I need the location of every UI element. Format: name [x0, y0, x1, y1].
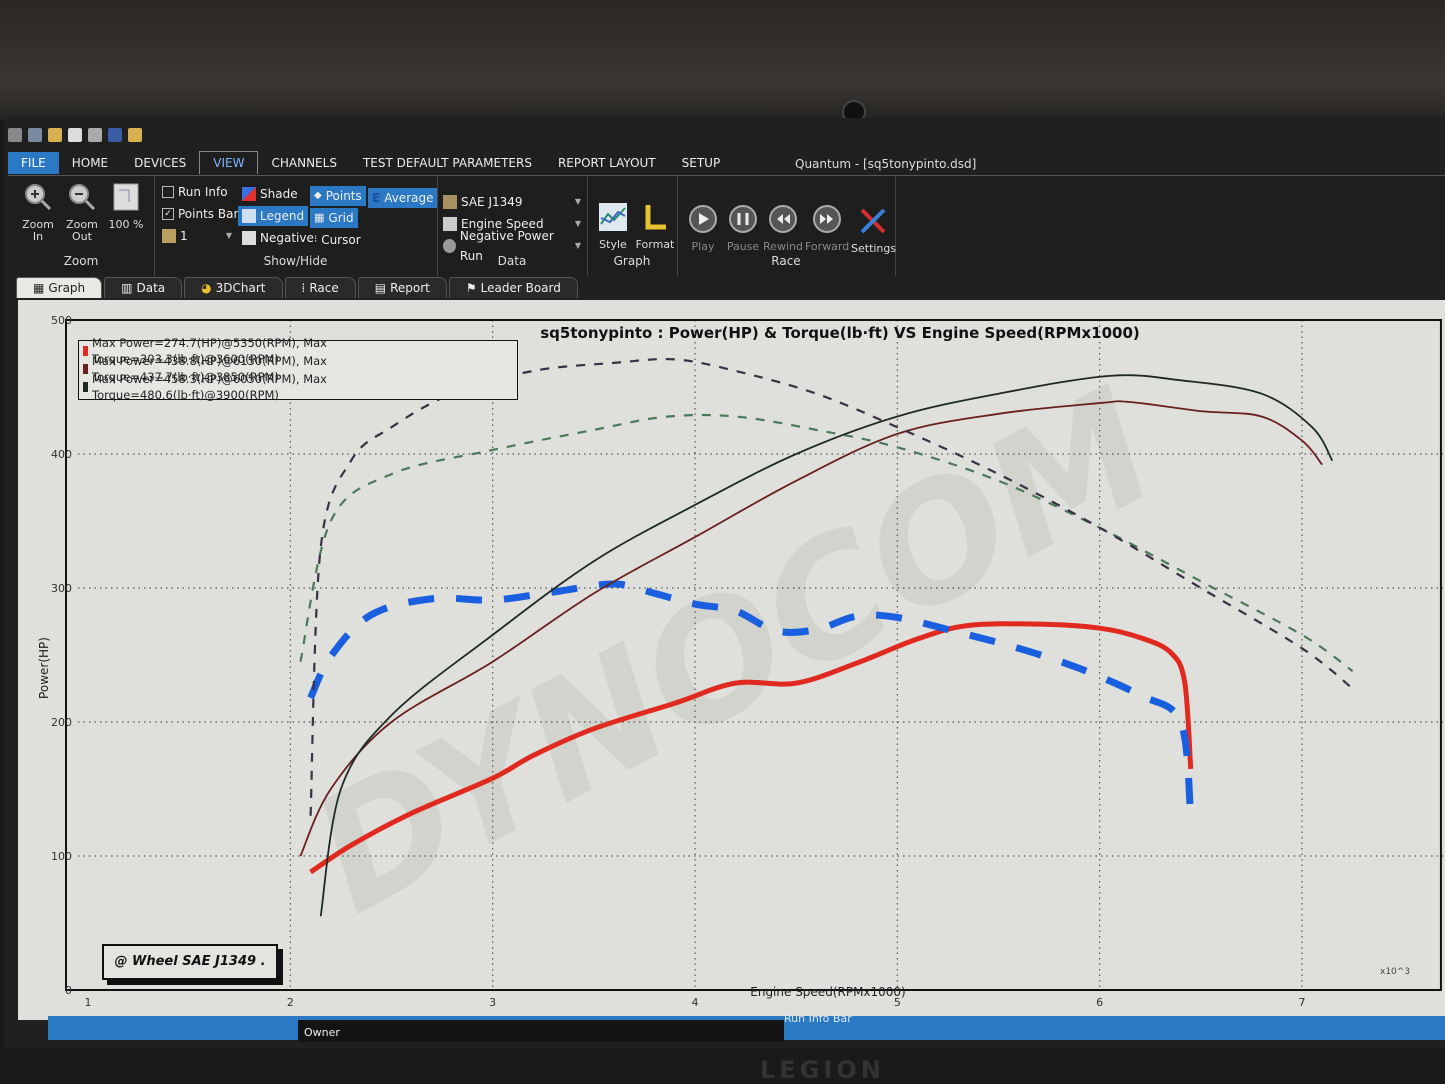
- legend-entry: Max Power=458.3(HP)@6050(RPM), Max Torqu…: [79, 372, 517, 402]
- x-tick-label: 6: [1096, 996, 1103, 1009]
- watermark-text: DYNOCOM: [284, 353, 1183, 949]
- legend-swatch: [83, 346, 88, 356]
- owner-field: Owner: [298, 1020, 784, 1042]
- x-tick-label: 4: [692, 996, 699, 1009]
- y-tick-label: 400: [51, 448, 72, 461]
- chart-title: sq5tonypinto : Power(HP) & Torque(lb·ft)…: [540, 324, 1140, 342]
- y-tick-label: 500: [51, 314, 72, 327]
- x-tick-label: 7: [1299, 996, 1306, 1009]
- dyno-chart[interactable]: DYNOCOM 01002003004005001 2 3 4 5 6 7 sq5tonyp…: [0, 0, 1445, 1084]
- run-info-bar-label: Run Info Bar: [784, 1012, 852, 1025]
- legend-swatch: [83, 364, 88, 374]
- y-tick-label: 0: [65, 984, 72, 997]
- x-axis-scale-note: x10^3: [1380, 967, 1410, 977]
- x-tick-label: 3: [489, 996, 496, 1009]
- laptop-brand-logo: LEGION: [760, 1056, 885, 1084]
- x-axis-label: Engine Speed(RPMx1000): [750, 985, 906, 999]
- x-tick-label: 2: [287, 996, 294, 1009]
- legend-swatch: [83, 382, 88, 392]
- y-tick-label: 300: [51, 582, 72, 595]
- chart-legend[interactable]: Max Power=274.7(HP)@5350(RPM), Max Torqu…: [78, 336, 518, 402]
- y-axis-label: Power(HP): [37, 637, 51, 699]
- annotation-box: @ Wheel SAE J1349 .: [102, 944, 278, 980]
- y-tick-label: 200: [51, 716, 72, 729]
- y-tick-label: 100: [51, 850, 72, 863]
- x-tick-label: 1: [85, 996, 92, 1009]
